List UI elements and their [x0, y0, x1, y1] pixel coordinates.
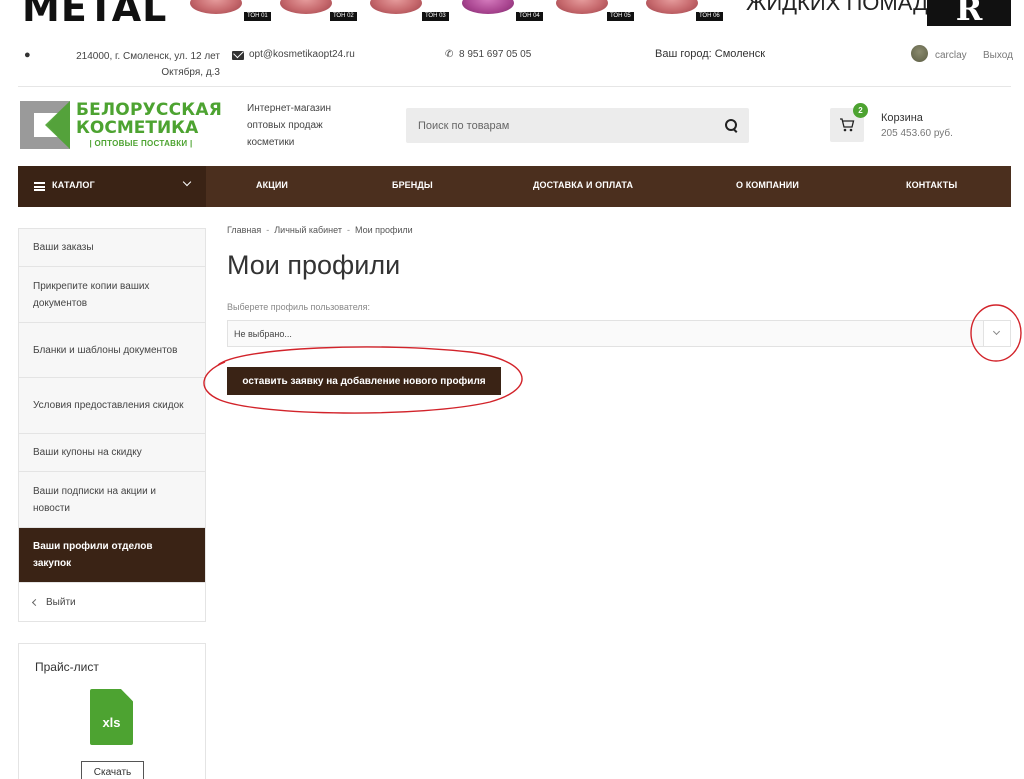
username-link[interactable]: carclay [935, 50, 967, 61]
sidebar-item-coupons[interactable]: Ваши купоны на скидку [19, 434, 205, 472]
breadcrumb-account[interactable]: Личный кабинет [274, 225, 342, 235]
download-button[interactable]: Скачать [81, 761, 144, 779]
lip-swatch-4 [462, 0, 514, 14]
logo-line-3: | ОПТОВЫЕ ПОСТАВКИ | [89, 139, 193, 148]
location-pin-icon: ● [24, 49, 31, 61]
chevron-down-icon [182, 177, 192, 187]
page-title: Мои профили [227, 250, 401, 280]
sidebar-item-documents[interactable]: Прикрепите копии ваших документов [19, 267, 205, 323]
logout-link[interactable]: Выход [983, 50, 1013, 61]
breadcrumb-separator: - [266, 225, 270, 235]
sidebar-item-templates[interactable]: Бланки и шаблоны документов [19, 323, 205, 378]
nav-item-brands[interactable]: БРЕНДЫ [392, 180, 433, 190]
logo-line-2: КОСМЕТИКА [76, 118, 199, 138]
tone-label-1: ТОН 01 [244, 12, 271, 21]
banner-brand-word: METAL [22, 0, 168, 26]
menu-icon [34, 182, 45, 191]
lip-swatch-2 [280, 0, 332, 14]
tone-label-3: ТОН 03 [422, 12, 449, 21]
cart-icon [840, 118, 855, 132]
avatar[interactable] [911, 45, 928, 62]
header-divider [18, 86, 1011, 87]
main-nav: КАТАЛОГ АКЦИИ БРЕНДЫ ДОСТАВКА И ОПЛАТА О… [18, 166, 1011, 207]
breadcrumb-home[interactable]: Главная [227, 225, 261, 235]
banner-logo: R [927, 0, 1011, 26]
profile-select-label: Выберете профиль пользователя: [227, 302, 371, 312]
cart-title[interactable]: Корзина [881, 112, 923, 124]
promo-banner[interactable]: METAL ТОН 01 ТОН 02 ТОН 03 ТОН 04 ТОН 05… [0, 0, 1024, 26]
lip-swatch-6 [646, 0, 698, 14]
catalog-menu-button[interactable]: КАТАЛОГ [18, 166, 206, 207]
sidebar-item-subscriptions[interactable]: Ваши подписки на акции и новости [19, 472, 205, 528]
price-list-title: Прайс-лист [35, 660, 99, 674]
lip-swatch-3 [370, 0, 422, 14]
top-info-bar: ● 214000, г. Смоленск, ул. 12 лет Октябр… [0, 44, 1024, 84]
address-line-2: Октября, д.3 [161, 67, 220, 78]
search-icon[interactable] [725, 119, 737, 131]
site-logo[interactable]: БЕЛОРУССКАЯ КОСМЕТИКА | ОПТОВЫЕ ПОСТАВКИ… [20, 100, 222, 151]
breadcrumb-separator: - [346, 225, 350, 235]
address-line-1: 214000, г. Смоленск, ул. 12 лет [76, 51, 220, 62]
banner-right-text: ЖИДКИХ ПОМАД [746, 0, 928, 15]
sidebar-item-orders[interactable]: Ваши заказы [19, 229, 205, 267]
profile-select[interactable]: Не выбрано... [227, 320, 1011, 347]
search-input[interactable] [406, 108, 706, 143]
phone-icon: ✆ [445, 49, 454, 60]
lip-swatch-5 [556, 0, 608, 14]
price-list-widget: Прайс-лист xls Скачать [18, 643, 206, 779]
cart-count-badge: 2 [853, 103, 868, 118]
sidebar-item-profiles[interactable]: Ваши профили отделов закупок [19, 528, 205, 583]
site-slogan: Интернет-магазин оптовых продаж косметик… [247, 103, 331, 148]
catalog-label: КАТАЛОГ [52, 180, 95, 190]
nav-item-contacts[interactable]: КОНТАКТЫ [906, 180, 957, 190]
tone-label-6: ТОН 06 [696, 12, 723, 21]
tone-label-5: ТОН 05 [607, 12, 634, 21]
lip-swatch-1 [190, 0, 242, 14]
breadcrumb-current: Мои профили [354, 225, 413, 235]
account-sidebar: Ваши заказы Прикрепите копии ваших докум… [18, 228, 206, 622]
phone-link[interactable]: 8 951 697 05 05 [459, 49, 531, 60]
xls-label: xls [102, 715, 121, 730]
tone-label-4: ТОН 04 [516, 12, 543, 21]
profile-select-value: Не выбрано... [234, 329, 292, 339]
search-bar [406, 108, 749, 143]
email-link[interactable]: opt@kosmetikaopt24.ru [249, 49, 355, 60]
logo-line-1: БЕЛОРУССКАЯ [76, 100, 223, 120]
nav-item-delivery[interactable]: ДОСТАВКА И ОПЛАТА [533, 180, 633, 190]
request-new-profile-button[interactable]: оставить заявку на добавление нового про… [227, 367, 501, 395]
sidebar-item-discounts[interactable]: Условия предоставления скидок [19, 378, 205, 434]
logo-mark-icon [20, 101, 70, 149]
breadcrumb: Главная - Личный кабинет - Мои профили [227, 225, 413, 235]
sidebar-logout[interactable]: Выйти [19, 583, 205, 621]
chevron-down-icon[interactable] [983, 321, 1010, 346]
chevron-left-icon [31, 598, 40, 606]
mail-icon [232, 51, 244, 60]
tone-label-2: ТОН 02 [330, 12, 357, 21]
city-selector[interactable]: Ваш город: Смоленск [655, 48, 765, 60]
xls-file-icon[interactable]: xls [90, 689, 133, 745]
nav-item-promos[interactable]: АКЦИИ [256, 180, 288, 190]
cart-sum: 205 453.60 руб. [881, 128, 953, 139]
sidebar-logout-label: Выйти [46, 596, 76, 608]
cart-button[interactable]: 2 [830, 103, 868, 142]
nav-item-about[interactable]: О КОМПАНИИ [736, 180, 799, 190]
store-address: 214000, г. Смоленск, ул. 12 лет Октября,… [40, 49, 220, 81]
